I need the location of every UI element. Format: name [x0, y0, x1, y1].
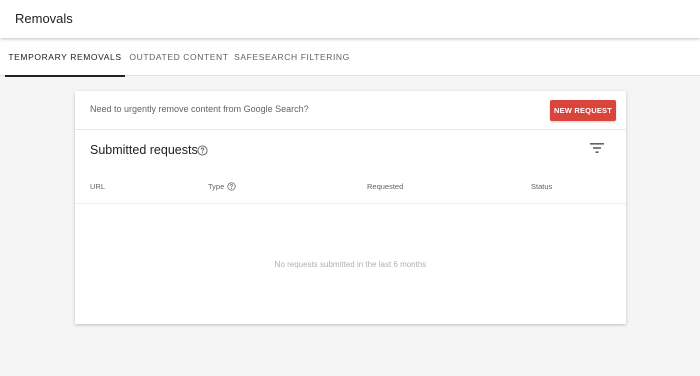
filter-icon[interactable] [589, 141, 605, 155]
banner-text: Need to urgently remove content from Goo… [90, 104, 309, 114]
table-header-divider [75, 203, 626, 204]
top-app-bar: Removals [0, 0, 700, 38]
column-header-url: URL [90, 182, 106, 191]
column-header-status: Status [531, 182, 553, 191]
help-icon[interactable] [197, 145, 208, 156]
tab-safesearch-filtering[interactable]: SAFESEARCH FILTERING [233, 38, 351, 76]
column-header-type: Type [208, 182, 225, 191]
removals-card: Need to urgently remove content from Goo… [75, 91, 626, 324]
type-help-icon[interactable] [227, 182, 236, 191]
new-request-button[interactable]: NEW REQUEST [550, 100, 616, 121]
submitted-requests-title: Submitted requests [90, 143, 198, 157]
tab-outdated-content[interactable]: OUTDATED CONTENT [127, 38, 231, 76]
page-title: Removals [15, 11, 73, 26]
tab-temporary-removals[interactable]: TEMPORARY REMOVALS [5, 38, 125, 77]
empty-state-message: No requests submitted in the last 6 mont… [274, 260, 427, 269]
urgent-removal-banner: Need to urgently remove content from Goo… [75, 91, 626, 130]
tab-bar: TEMPORARY REMOVALS OUTDATED CONTENT SAFE… [0, 38, 700, 77]
column-header-requested: Requested [367, 182, 404, 191]
